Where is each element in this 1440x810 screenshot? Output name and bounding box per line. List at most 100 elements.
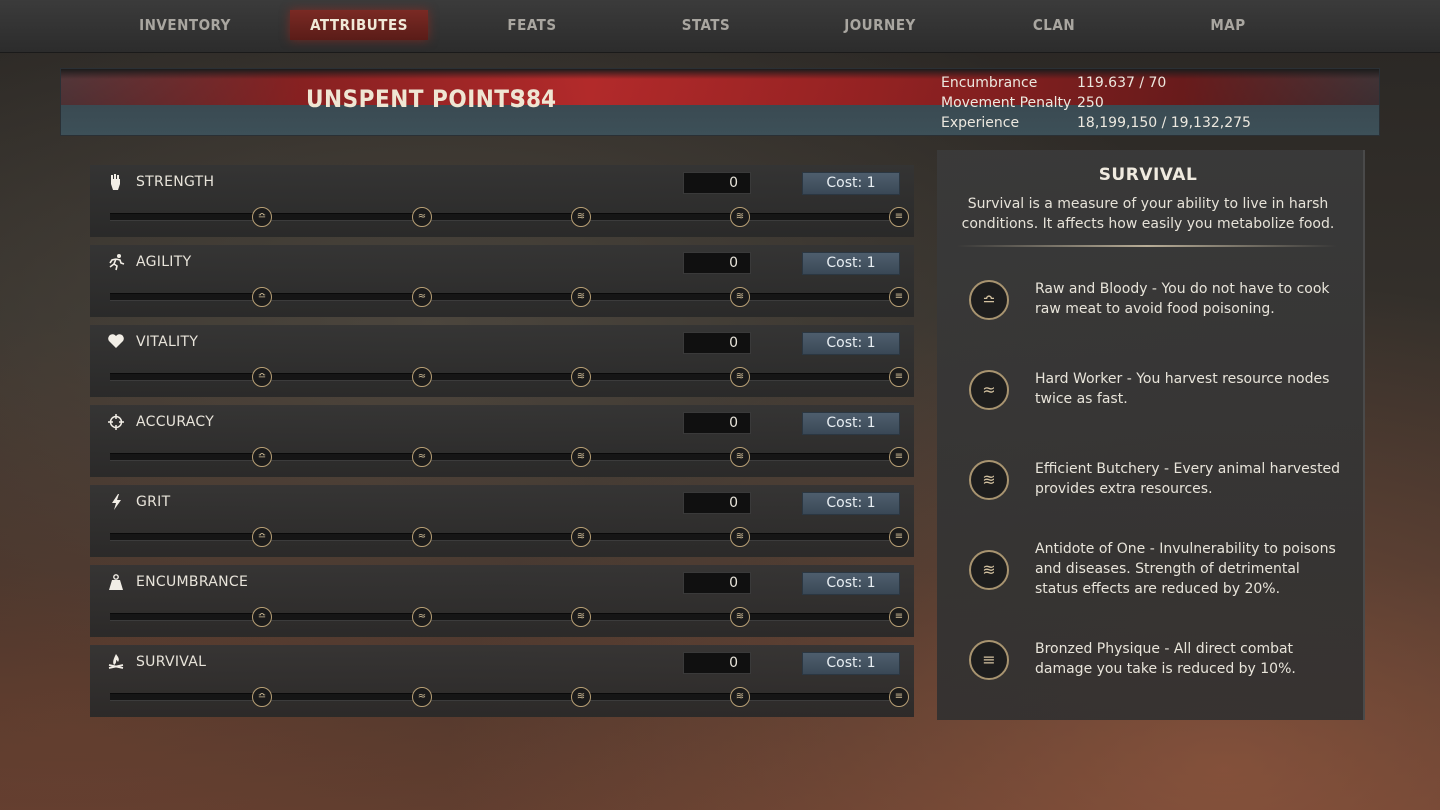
attribute-name: SURVIVAL	[136, 654, 207, 670]
perk-node-5[interactable]: ≡	[889, 367, 909, 387]
perk-node-1[interactable]: ≏	[252, 447, 272, 467]
attribute-progress-track	[110, 613, 906, 621]
attribute-name: ACCURACY	[136, 414, 215, 430]
attribute-row-agility[interactable]: AGILITY 0 Cost: 1 ≏ ≈ ≋ ≋ ≡	[90, 245, 914, 317]
attribute-name: VITALITY	[136, 334, 199, 350]
perk-description: Bronzed Physique - All direct combat dam…	[1035, 641, 1296, 677]
perk-node-1[interactable]: ≏	[252, 687, 272, 707]
panel-title: SURVIVAL	[1098, 165, 1198, 185]
perk-node-3[interactable]: ≋	[571, 447, 591, 467]
perk-node-4[interactable]: ≋	[730, 607, 750, 627]
attribute-value-input[interactable]: 0	[683, 572, 751, 594]
attribute-cost-button[interactable]: Cost: 1	[802, 252, 900, 275]
perk-description: Antidote of One - Invulnerability to poi…	[1035, 541, 1336, 597]
attribute-cost-button[interactable]: Cost: 1	[802, 492, 900, 515]
perk-node-2[interactable]: ≈	[412, 607, 432, 627]
attribute-name: AGILITY	[136, 254, 192, 270]
perk-icon: ≋	[969, 550, 1009, 590]
stat-row-encumbrance: Encumbrance 119.637 / 70	[941, 73, 1361, 93]
perk-node-4[interactable]: ≋	[730, 287, 750, 307]
perk-node-4[interactable]: ≋	[730, 447, 750, 467]
perk-node-2[interactable]: ≈	[412, 527, 432, 547]
perk-node-2[interactable]: ≈	[412, 287, 432, 307]
perk-node-5[interactable]: ≡	[889, 287, 909, 307]
running-icon	[106, 253, 126, 273]
perk-node-4[interactable]: ≋	[730, 207, 750, 227]
attribute-row-accuracy[interactable]: ACCURACY 0 Cost: 1 ≏ ≈ ≋ ≋ ≡	[90, 405, 914, 477]
perk-node-4[interactable]: ≋	[730, 687, 750, 707]
perk-icon: ≡	[969, 640, 1009, 680]
perk-node-1[interactable]: ≏	[252, 287, 272, 307]
attribute-row-strength[interactable]: STRENGTH 0 Cost: 1 ≏ ≈ ≋ ≋ ≡	[90, 165, 914, 237]
stat-label: Experience	[941, 115, 1020, 131]
perk-node-1[interactable]: ≏	[252, 527, 272, 547]
tab-clan[interactable]: CLAN	[985, 10, 1123, 40]
attribute-progress-track	[110, 453, 906, 461]
perk-node-3[interactable]: ≋	[571, 287, 591, 307]
perk-node-1[interactable]: ≏	[252, 207, 272, 227]
perk-description: Hard Worker - You harvest resource nodes…	[1035, 371, 1330, 407]
top-navigation: INVENTORY ATTRIBUTES FEATS STATS JOURNEY…	[0, 0, 1440, 53]
stat-value: 119.637 / 70	[1077, 75, 1167, 91]
perk-node-3[interactable]: ≋	[571, 207, 591, 227]
tab-attributes[interactable]: ATTRIBUTES	[290, 10, 428, 40]
attribute-value-input[interactable]: 0	[683, 492, 751, 514]
attribute-row-grit[interactable]: GRIT 0 Cost: 1 ≏ ≈ ≋ ≋ ≡	[90, 485, 914, 557]
perk-node-2[interactable]: ≈	[412, 687, 432, 707]
perk-icon: ≏	[969, 280, 1009, 320]
attribute-progress-track	[110, 293, 906, 301]
perk-node-5[interactable]: ≡	[889, 687, 909, 707]
attribute-progress-track	[110, 533, 906, 541]
attribute-cost-button[interactable]: Cost: 1	[802, 572, 900, 595]
fist-icon	[106, 173, 126, 193]
perk-icon: ≈	[969, 370, 1009, 410]
perk-node-2[interactable]: ≈	[412, 367, 432, 387]
stat-label: Encumbrance	[941, 75, 1038, 91]
perk-node-3[interactable]: ≋	[571, 687, 591, 707]
attribute-row-encumbrance[interactable]: ENCUMBRANCE 0 Cost: 1 ≏ ≈ ≋ ≋ ≡	[90, 565, 914, 637]
attribute-row-vitality[interactable]: VITALITY 0 Cost: 1 ≏ ≈ ≋ ≋ ≡	[90, 325, 914, 397]
perk-node-2[interactable]: ≈	[412, 447, 432, 467]
divider	[957, 245, 1337, 247]
unspent-points-banner: UNSPENT POINTS 384 Encumbrance 119.637 /…	[60, 68, 1380, 136]
stat-row-experience: Experience 18,199,150 / 19,132,275	[941, 113, 1361, 133]
attribute-cost-button[interactable]: Cost: 1	[802, 412, 900, 435]
perk-node-1[interactable]: ≏	[252, 367, 272, 387]
attribute-name: ENCUMBRANCE	[136, 574, 249, 590]
perk-description: Efficient Butchery - Every animal harves…	[1035, 461, 1341, 497]
tab-inventory[interactable]: INVENTORY	[116, 10, 254, 40]
perk-node-5[interactable]: ≡	[889, 207, 909, 227]
attribute-value-input[interactable]: 0	[683, 252, 751, 274]
attribute-cost-button[interactable]: Cost: 1	[802, 172, 900, 195]
attribute-cost-button[interactable]: Cost: 1	[802, 332, 900, 355]
perk-node-3[interactable]: ≋	[571, 367, 591, 387]
attribute-value-input[interactable]: 0	[683, 172, 751, 194]
tab-stats[interactable]: STATS	[637, 10, 775, 40]
perk-node-3[interactable]: ≋	[571, 607, 591, 627]
lightning-icon	[106, 493, 126, 513]
character-stats: Encumbrance 119.637 / 70 Movement Penalt…	[941, 73, 1361, 133]
attribute-progress-track	[110, 213, 906, 221]
attribute-name: GRIT	[136, 494, 171, 510]
tab-feats[interactable]: FEATS	[463, 10, 601, 40]
perk-node-5[interactable]: ≡	[889, 527, 909, 547]
stat-row-movement-penalty: Movement Penalty 250	[941, 93, 1361, 113]
perk-node-5[interactable]: ≡	[889, 607, 909, 627]
attribute-row-survival[interactable]: SURVIVAL 0 Cost: 1 ≏ ≈ ≋ ≋ ≡	[90, 645, 914, 717]
crosshair-icon	[106, 413, 126, 433]
perk-node-1[interactable]: ≏	[252, 607, 272, 627]
tab-map[interactable]: MAP	[1159, 10, 1297, 40]
attribute-detail-panel: SURVIVAL Survival is a measure of your a…	[937, 150, 1365, 720]
perk-node-4[interactable]: ≋	[730, 367, 750, 387]
attribute-value-input[interactable]: 0	[683, 332, 751, 354]
perk-node-3[interactable]: ≋	[571, 527, 591, 547]
perk-node-2[interactable]: ≈	[412, 207, 432, 227]
perk-node-5[interactable]: ≡	[889, 447, 909, 467]
unspent-points-value: 384	[511, 85, 557, 113]
attribute-value-input[interactable]: 0	[683, 412, 751, 434]
perk-node-4[interactable]: ≋	[730, 527, 750, 547]
attribute-cost-button[interactable]: Cost: 1	[802, 652, 900, 675]
attribute-value-input[interactable]: 0	[683, 652, 751, 674]
tab-journey[interactable]: JOURNEY	[811, 10, 949, 40]
campfire-icon	[106, 653, 126, 673]
